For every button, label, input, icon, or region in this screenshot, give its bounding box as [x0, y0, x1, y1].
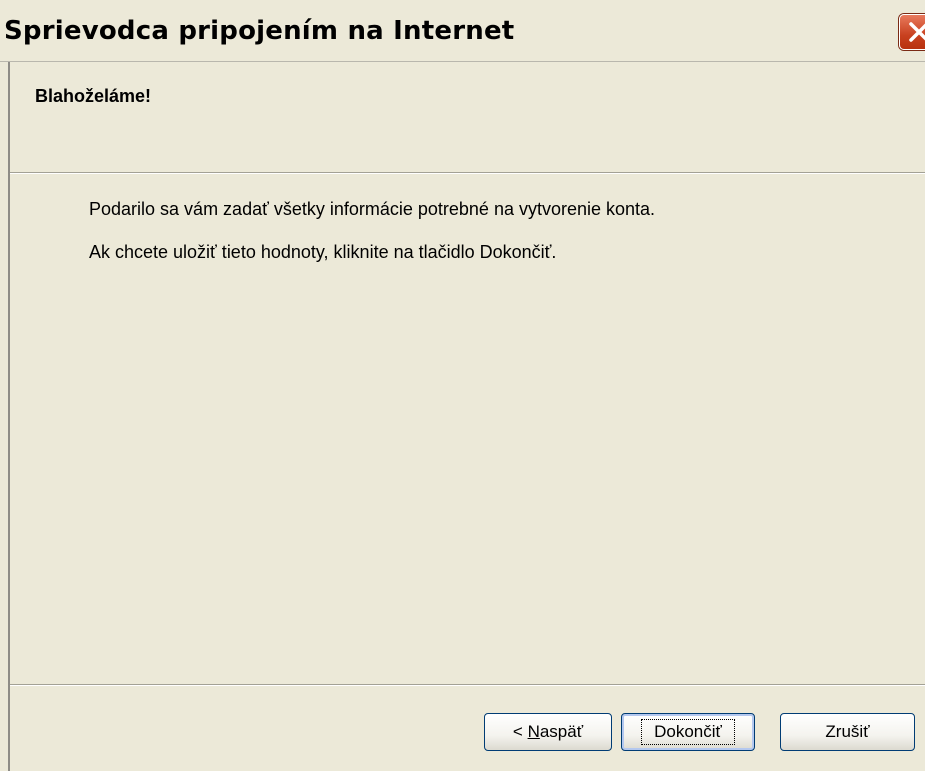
wizard-header: Blahoželáme! — [10, 62, 925, 173]
cancel-button[interactable]: Zrušiť — [780, 713, 915, 751]
title-bar[interactable]: Sprievodca pripojením na Internet — [0, 0, 925, 62]
back-button-prefix: < — [512, 722, 528, 741]
back-button-label: aspäť — [539, 722, 584, 741]
info-text-1: Podarilo sa vám zadať všetky informácie … — [89, 199, 656, 219]
back-button[interactable]: < Naspäť — [484, 713, 612, 751]
finish-button[interactable]: Dokončiť — [621, 713, 755, 751]
close-button[interactable] — [899, 14, 925, 50]
back-button-access-key: N — [527, 722, 540, 741]
info-text-2: Ak chcete uložiť tieto hodnoty, kliknite… — [89, 242, 557, 262]
close-icon — [909, 22, 925, 42]
footer-divider — [10, 684, 925, 686]
cancel-button-label: Zrušiť — [825, 722, 870, 741]
window-title: Sprievodca pripojením na Internet — [4, 16, 515, 46]
finish-button-label: Dokončiť — [641, 719, 735, 745]
wizard-window: Sprievodca pripojením na Internet Blahož… — [0, 0, 925, 771]
page-title: Blahoželáme! — [35, 86, 152, 106]
header-divider — [10, 172, 925, 174]
